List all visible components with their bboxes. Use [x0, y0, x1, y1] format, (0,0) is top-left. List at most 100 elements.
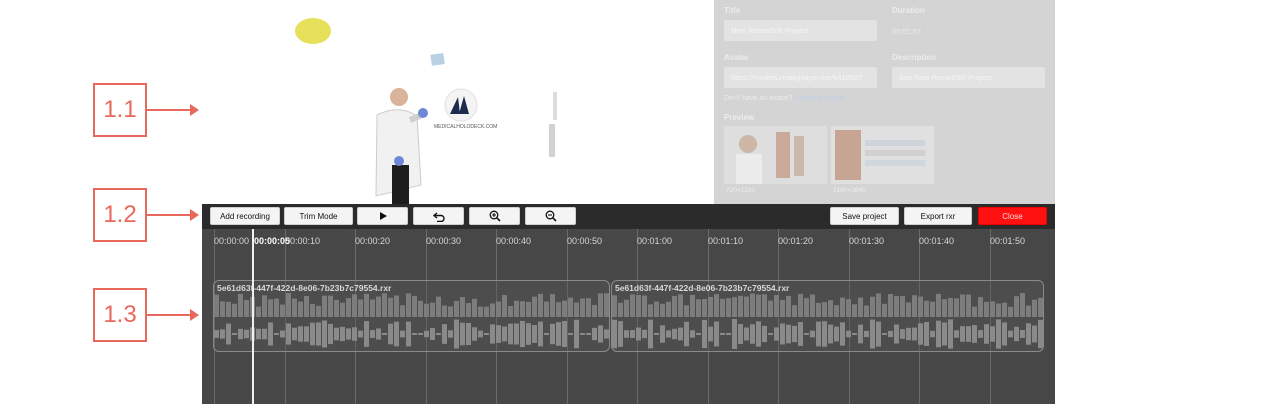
waveform-bar: [840, 322, 845, 346]
waveform-bar: [298, 326, 303, 342]
zoom-in-button[interactable]: [469, 207, 520, 225]
waveform-bar: [876, 293, 881, 317]
waveform-bar: [864, 330, 869, 338]
waveform-bar: [936, 293, 941, 317]
waveform-bar: [618, 302, 623, 317]
waveform-bar: [478, 330, 483, 338]
waveform-bar: [852, 333, 857, 335]
trim-mode-button[interactable]: Trim Mode: [284, 207, 353, 225]
waveform-bar: [834, 305, 839, 317]
waveform-bar: [370, 299, 375, 317]
waveform-bar: [732, 319, 737, 349]
waveform-bar: [618, 321, 623, 347]
waveform-bar: [846, 299, 851, 317]
zoom-out-button[interactable]: [525, 207, 576, 225]
screenshot-stage: 1.1 1.2 1.3 MEDICALHOLODECK.COM Title Ne…: [0, 0, 1280, 404]
clip-name: 5e61d63f-447f-422d-8e06-7b23b7c79554.rxr: [217, 283, 392, 293]
timeline-tick-label: 00:00:30: [426, 236, 462, 246]
editor-app: MEDICALHOLODECK.COM Title New RecordXR P…: [202, 0, 1055, 404]
waveform-bar: [514, 300, 519, 317]
waveform-bar: [220, 329, 225, 339]
waveform-bar: [304, 326, 309, 342]
timeline-tick-label: 00:01:00: [637, 236, 673, 246]
preview-thumbnail-2[interactable]: [831, 126, 934, 184]
floating-panel: [549, 124, 555, 157]
waveform-bar: [876, 321, 881, 347]
waveform-bar: [340, 326, 345, 342]
waveform-bar: [400, 330, 405, 338]
waveform-bar: [352, 327, 357, 341]
play-button[interactable]: [357, 207, 408, 225]
waveform-bar: [672, 328, 677, 340]
logo-text: MEDICALHOLODECK.COM: [434, 124, 498, 130]
waveform-bar: [274, 333, 279, 335]
waveform-bar: [412, 333, 417, 335]
waveform-bar: [672, 295, 677, 317]
waveform-bar: [756, 321, 761, 347]
waveform-bar: [238, 293, 243, 317]
waveform-bar: [364, 321, 369, 347]
undo-icon: [432, 211, 445, 222]
waveform-bar: [334, 327, 339, 341]
playhead[interactable]: [252, 229, 254, 404]
preview-thumbnail-1[interactable]: [724, 126, 827, 184]
title-field[interactable]: New RecordXR Project: [724, 20, 877, 41]
waveform-bar: [858, 297, 863, 317]
waveform-bar: [436, 296, 441, 317]
waveform-bar: [550, 294, 555, 317]
waveform-bar: [532, 325, 537, 343]
waveform-bar: [604, 293, 609, 317]
waveform-bar: [244, 329, 249, 339]
waveform-bar: [1026, 323, 1031, 345]
waveform-bar: [702, 299, 707, 317]
waveform-bar: [930, 301, 935, 317]
waveform-bar: [888, 294, 893, 317]
waveform-bar: [472, 298, 477, 317]
waveform-bar: [1002, 322, 1007, 346]
timeline-clip[interactable]: 5e61d63f-447f-422d-8e06-7b23b7c79554.rxr: [213, 280, 610, 352]
avatar-url-field[interactable]: https://models.readyplayer.me/6418527: [724, 67, 877, 88]
waveform-bar: [780, 323, 785, 345]
waveform-bar: [580, 298, 585, 317]
waveform-bar: [592, 304, 597, 317]
editor-toolbar: Add recording Trim Mode Save project Exp…: [202, 204, 1055, 229]
waveform-bar: [1032, 325, 1037, 343]
waveform-bar: [544, 333, 549, 335]
undo-button[interactable]: [413, 207, 464, 225]
waveform-bar: [328, 323, 333, 345]
timeline[interactable]: 00:00:00 00:00:10 00:00:20 00:00:30 00:00:40…: [202, 229, 1055, 404]
waveform-bar: [346, 298, 351, 317]
waveform-bar: [466, 322, 471, 346]
export-rxr-button[interactable]: Export rxr: [904, 207, 972, 225]
waveform-bar: [732, 297, 737, 317]
close-button[interactable]: Close: [978, 207, 1047, 225]
waveform-bar: [954, 298, 959, 317]
waveform-bar: [786, 324, 791, 344]
waveform-bar: [972, 325, 977, 343]
scene-viewport[interactable]: MEDICALHOLODECK.COM: [202, 0, 714, 204]
add-recording-button[interactable]: Add recording: [210, 207, 280, 225]
waveform-bar: [696, 333, 701, 335]
waveform-bar: [586, 333, 591, 335]
waveform-bar: [424, 303, 429, 317]
waveform-bar: [304, 295, 309, 317]
duration-value: 00:01:57: [892, 27, 922, 36]
create-avatar-link[interactable]: Create one here: [794, 95, 845, 102]
waveform-bar: [690, 294, 695, 317]
description-field[interactable]: See New RecordXR Project: [892, 67, 1045, 88]
waveform-bar: [774, 295, 779, 317]
avatar-hint-text: Don't have an avatar?: [724, 95, 793, 102]
waveform-bar: [244, 300, 249, 317]
waveform-bar: [460, 297, 465, 317]
waveform-bar: [654, 333, 659, 335]
save-project-button[interactable]: Save project: [830, 207, 899, 225]
waveform-bar: [472, 327, 477, 341]
waveform-bar: [972, 306, 977, 317]
callout-1-3-arrow: [147, 309, 199, 321]
waveform-bar: [792, 305, 797, 317]
floating-cube: [430, 53, 445, 66]
waveform-bar: [286, 293, 291, 317]
waveform-bar: [238, 328, 243, 340]
timeline-clip[interactable]: 5e61d63f-447f-422d-8e06-7b23b7c79554.rxr: [611, 280, 1044, 352]
waveform-bar: [900, 296, 905, 317]
